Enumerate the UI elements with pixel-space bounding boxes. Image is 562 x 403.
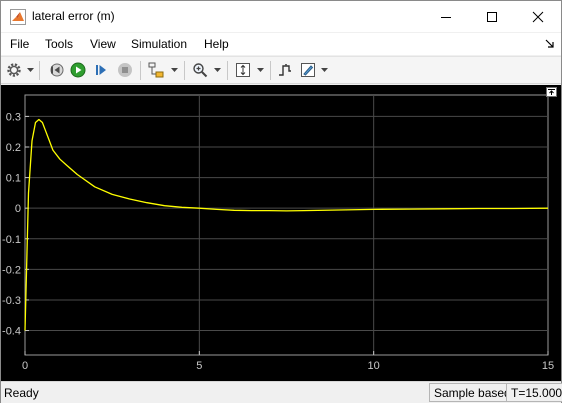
autoscale-icon [236,63,250,77]
run-button[interactable] [69,61,87,79]
scope-display[interactable]: 0 5 10 15 -0.4 -0.3 -0.2 -0.1 0 0.1 0.2 0.3 [1,85,561,381]
y-tick-label: 0.3 [6,111,21,123]
sample-mode-indicator: Sample based [429,383,516,402]
y-tick-label: 0.2 [6,142,21,154]
undock-icon [548,89,555,95]
toolbar-separator [227,61,228,80]
y-tick-label: -0.4 [2,326,21,338]
menu-bar: File Tools View Simulation Help [1,33,561,55]
undock-button[interactable] [546,87,557,97]
measure-dropdown-icon[interactable] [321,68,328,73]
toolbar-separator [270,61,271,80]
menu-simulation[interactable]: Simulation [131,37,187,51]
settings-dropdown-icon[interactable] [27,68,34,73]
highlight-dropdown-icon[interactable] [171,68,178,73]
stop-icon [118,63,132,77]
settings-button[interactable] [5,61,23,79]
y-tick-label: 0 [15,203,21,215]
x-tick-label: 10 [368,360,380,372]
menu-view[interactable]: View [90,37,116,51]
toolbar-separator [140,61,141,80]
zoom-dropdown-icon[interactable] [214,68,221,73]
minimize-icon [441,16,451,18]
window-title: lateral error (m) [32,9,115,23]
step-forward-icon [96,65,106,75]
time-indicator: T=15.000 [506,383,562,402]
status-text: Ready [4,386,39,400]
autoscale-button[interactable] [234,61,252,79]
highlight-icon [148,62,164,78]
x-tick-label: 5 [196,360,202,372]
zoom-icon [193,63,208,78]
cursor-measure-icon [301,63,315,77]
toolbar-separator [184,61,185,80]
matlab-logo-icon [10,9,26,25]
line-chart[interactable]: 0 5 10 15 -0.4 -0.3 -0.2 -0.1 0 0.1 0.2 0.3 [1,85,561,381]
maximize-button[interactable] [469,1,515,32]
maximize-icon [487,11,497,22]
axes-frame [24,94,549,356]
minimize-button[interactable] [423,1,469,32]
settings-icon [7,63,21,77]
close-button[interactable] [515,1,561,32]
zoom-button[interactable] [191,61,209,79]
scope-window: lateral error (m) File Tools View Simula… [0,0,562,403]
x-tick-label: 0 [22,360,28,372]
menu-help[interactable]: Help [204,37,229,51]
menu-tools[interactable]: Tools [45,37,73,51]
step-back-button[interactable] [47,61,65,79]
cursor-measure-button[interactable] [299,61,317,79]
menu-file[interactable]: File [10,37,29,51]
y-tick-label: 0.1 [6,173,21,185]
toolbar [1,56,561,84]
y-tick-label: -0.3 [2,295,21,307]
toolbar-separator [39,61,40,80]
close-icon [532,11,544,22]
y-tick-label: -0.1 [2,234,21,246]
highlight-button[interactable] [147,61,165,79]
triggers-icon [279,64,291,76]
status-bar: Ready Sample based T=15.000 [1,381,562,403]
autoscale-dropdown-icon[interactable] [257,68,264,73]
run-icon [70,62,86,78]
step-forward-button[interactable] [92,61,110,79]
title-bar: lateral error (m) [1,1,561,32]
x-tick-label: 15 [542,360,554,372]
triggers-button[interactable] [276,61,294,79]
y-tick-label: -0.2 [2,264,21,276]
step-back-icon [50,63,64,77]
stop-button[interactable] [116,61,134,79]
menu-expand-arrow-icon[interactable] [545,39,555,49]
